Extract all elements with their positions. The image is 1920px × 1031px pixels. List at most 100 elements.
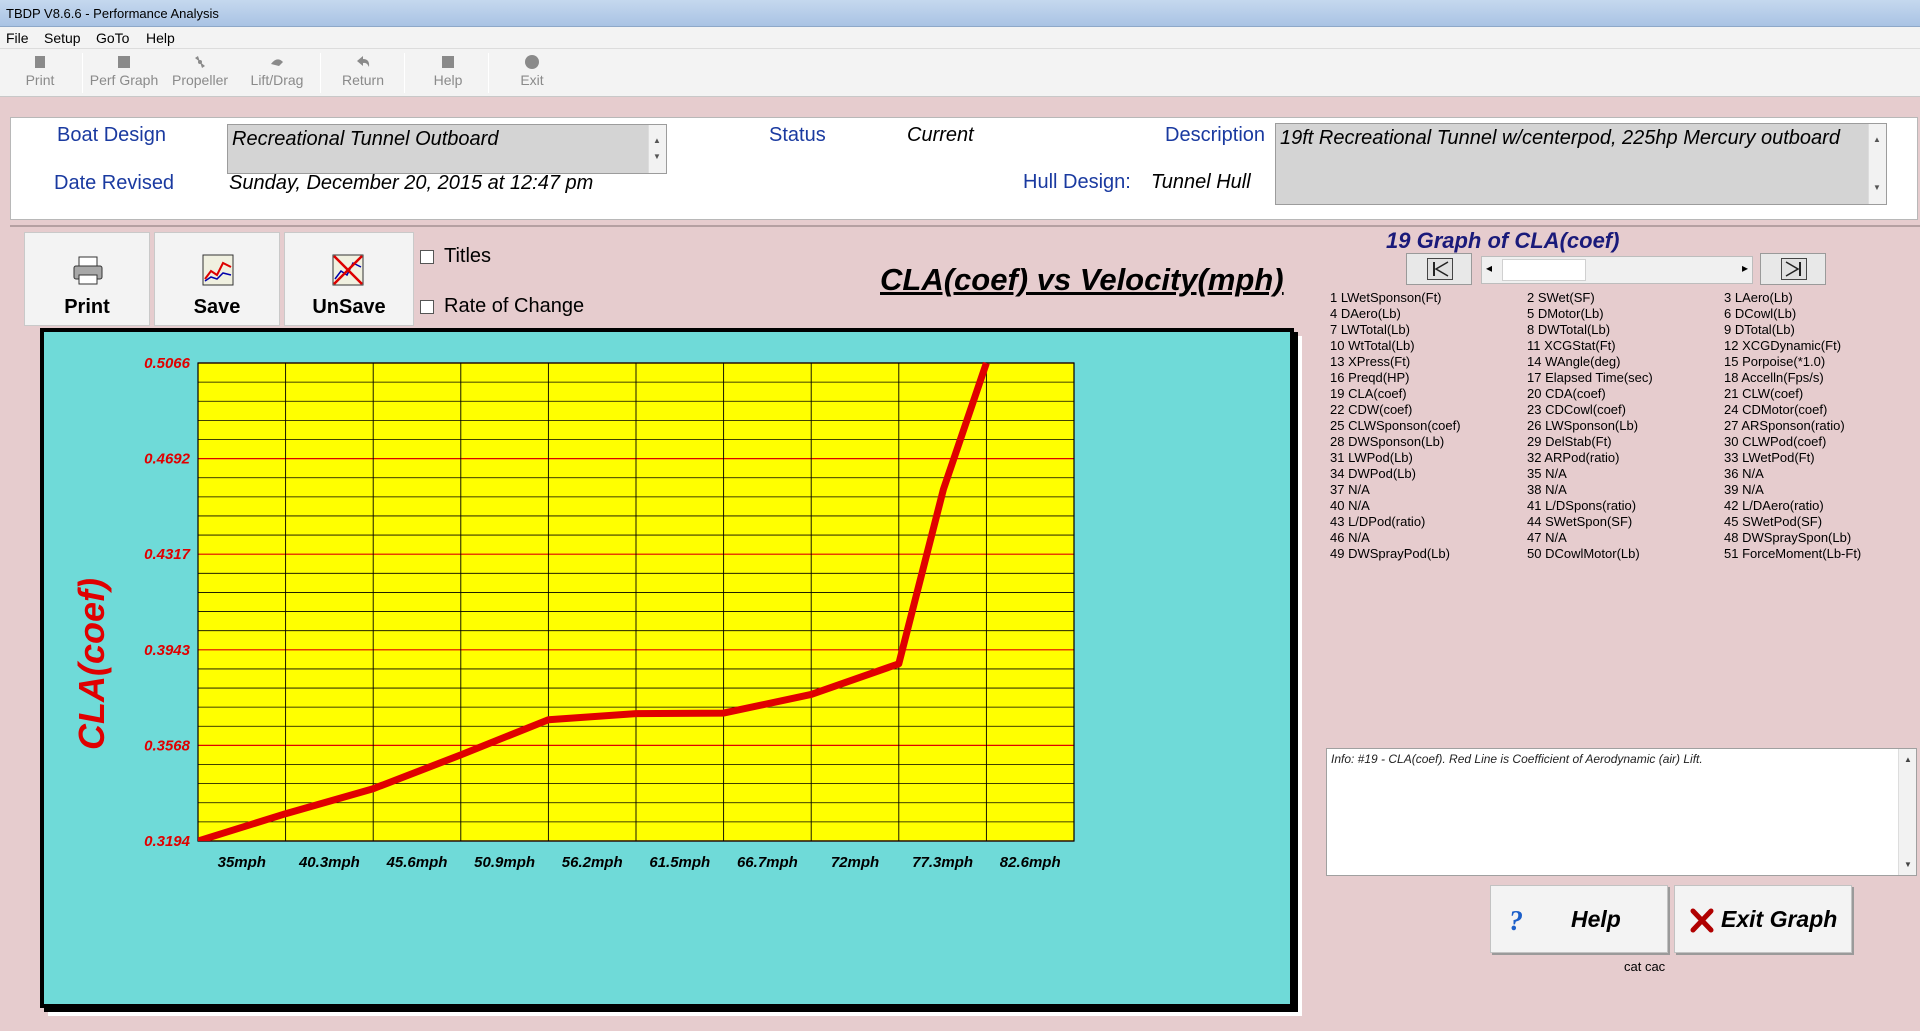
boat-design-field[interactable]: Recreational Tunnel Outboard ▲ ▼ [227,124,667,174]
toolbar-exit-button[interactable]: Exit [506,51,558,95]
parameter-item[interactable]: 47 N/A [1527,530,1567,545]
parameter-item[interactable]: 30 CLWPod(coef) [1724,434,1826,449]
parameter-item[interactable]: 22 CDW(coef) [1330,402,1412,417]
toolbar-return-label: Return [341,72,385,88]
scroll-right-icon[interactable]: ▸ [1742,261,1748,275]
toolbar-perf-graph-button[interactable]: Perf Graph [86,51,162,95]
y-tick-label: 0.4692 [144,451,191,468]
info-box-scrollbar[interactable]: ▲ ▼ [1898,749,1916,875]
parameter-item[interactable]: 18 Accelln(Fps/s) [1724,370,1824,385]
toolbar-lift-drag-button[interactable]: Lift/Drag [242,51,312,95]
y-tick-label: 0.3568 [144,737,191,754]
parameter-item[interactable]: 45 SWetPod(SF) [1724,514,1822,529]
parameter-item[interactable]: 41 L/DSpons(ratio) [1527,498,1636,513]
parameter-item[interactable]: 9 DTotal(Lb) [1724,322,1795,337]
menu-setup[interactable]: Setup [44,30,81,46]
menu-file[interactable]: File [6,30,29,46]
parameter-item[interactable]: 51 ForceMoment(Lb-Ft) [1724,546,1861,561]
parameter-item[interactable]: 2 SWet(SF) [1527,290,1595,305]
description-field[interactable]: 19ft Recreational Tunnel w/centerpod, 22… [1275,123,1887,205]
parameter-item[interactable]: 27 ARSponson(ratio) [1724,418,1845,433]
parameter-item[interactable]: 50 DCowlMotor(Lb) [1527,546,1640,561]
parameter-item[interactable]: 15 Porpoise(*1.0) [1724,354,1825,369]
parameter-item[interactable]: 36 N/A [1724,466,1764,481]
graph-unsave-button[interactable]: UnSave [284,232,414,326]
parameter-item[interactable]: 7 LWTotal(Lb) [1330,322,1410,337]
toolbar-propeller-button[interactable]: Propeller [166,51,234,95]
toolbar-propeller-label: Propeller [171,72,229,88]
parameter-item[interactable]: 8 DWTotal(Lb) [1527,322,1610,337]
parameter-item[interactable]: 28 DWSponson(Lb) [1330,434,1444,449]
toolbar-perf-graph-label: Perf Graph [89,72,159,88]
parameter-item[interactable]: 17 Elapsed Time(sec) [1527,370,1653,385]
boat-design-scrollbar[interactable]: ▲ ▼ [648,125,666,173]
rate-of-change-checkbox[interactable]: Rate of Change [420,295,584,318]
exit-graph-label: Exit Graph [1721,906,1838,932]
parameter-item[interactable]: 32 ARPod(ratio) [1527,450,1620,465]
date-revised-label: Date Revised [54,172,175,194]
parameter-item[interactable]: 44 SWetSpon(SF) [1527,514,1632,529]
graph-scrollbar-thumb[interactable] [1502,259,1586,281]
toolbar-help-button[interactable]: Help [420,51,476,95]
parameter-item[interactable]: 16 Preqd(HP) [1330,370,1409,385]
parameter-item[interactable]: 29 DelStab(Ft) [1527,434,1612,449]
exit-graph-button[interactable]: Exit Graph [1674,885,1852,953]
parameter-item[interactable]: 37 N/A [1330,482,1370,497]
parameter-item[interactable]: 49 DWSprayPod(Lb) [1330,546,1450,561]
x-tick-label: 66.7mph [737,854,798,871]
description-scrollbar[interactable]: ▲ ▼ [1868,124,1886,204]
parameter-item[interactable]: 35 N/A [1527,466,1567,481]
parameter-item[interactable]: 12 XCGDynamic(Ft) [1724,338,1841,353]
parameter-item[interactable]: 33 LWetPod(Ft) [1724,450,1815,465]
parameter-item[interactable]: 20 CDA(coef) [1527,386,1606,401]
parameter-item[interactable]: 11 XCGStat(Ft) [1527,338,1616,353]
parameter-item[interactable]: 1 LWetSponson(Ft) [1330,290,1442,305]
first-graph-button[interactable] [1406,253,1472,285]
perf-graph-icon [118,56,130,68]
graph-print-button[interactable]: Print [24,232,150,326]
menu-goto[interactable]: GoTo [96,30,129,46]
parameter-item[interactable]: 5 DMotor(Lb) [1527,306,1604,321]
rate-of-change-checkbox-box[interactable] [420,299,434,314]
help-icon [442,56,454,68]
graph-save-button[interactable]: Save [154,232,280,326]
parameter-item[interactable]: 26 LWSponson(Lb) [1527,418,1638,433]
parameter-item[interactable]: 24 CDMotor(coef) [1724,402,1827,417]
last-graph-button[interactable] [1760,253,1826,285]
parameter-item[interactable]: 42 L/DAero(ratio) [1724,498,1824,513]
x-tick-label: 35mph [218,854,266,871]
parameter-item[interactable]: 10 WtTotal(Lb) [1330,338,1415,353]
info-text: Info: #19 - CLA(coef). Red Line is Coeff… [1331,752,1703,766]
titles-checkbox[interactable]: Titles [420,245,491,268]
help-button[interactable]: ? Help [1490,885,1668,953]
parameter-item[interactable]: 25 CLWSponson(coef) [1330,418,1461,433]
parameter-item[interactable]: 40 N/A [1330,498,1370,513]
toolbar-print-button[interactable]: Print [14,51,66,95]
parameter-item[interactable]: 23 CDCowl(coef) [1527,402,1626,417]
parameter-item[interactable]: 43 L/DPod(ratio) [1330,514,1425,529]
titles-checkbox-box[interactable] [420,249,434,264]
parameter-item[interactable]: 13 XPress(Ft) [1330,354,1410,369]
menu-help[interactable]: Help [146,30,175,46]
graph-scrollbar[interactable]: ◂ ▸ [1481,256,1753,284]
parameter-item[interactable]: 46 N/A [1330,530,1370,545]
print-icon [35,56,45,68]
parameter-item[interactable]: 14 WAngle(deg) [1527,354,1620,369]
exit-icon [525,55,539,69]
parameter-item[interactable]: 4 DAero(Lb) [1330,306,1401,321]
parameter-item[interactable]: 39 N/A [1724,482,1764,497]
app-window: TBDP V8.6.6 - Performance Analysis File … [0,0,1920,1031]
parameter-item[interactable]: 21 CLW(coef) [1724,386,1803,401]
parameter-item[interactable]: 38 N/A [1527,482,1567,497]
graph-print-label: Print [64,296,110,318]
menu-bar: File Setup GoTo Help [0,27,1920,49]
parameter-item[interactable]: 48 DWSpraySpon(Lb) [1724,530,1851,545]
parameter-item[interactable]: 19 CLA(coef) [1330,386,1407,401]
scroll-left-icon[interactable]: ◂ [1486,261,1492,275]
parameter-item[interactable]: 34 DWPod(Lb) [1330,466,1416,481]
parameter-item[interactable]: 3 LAero(Lb) [1724,290,1793,305]
parameter-item[interactable]: 6 DCowl(Lb) [1724,306,1796,321]
toolbar-return-button[interactable]: Return [332,51,394,95]
y-tick-label: 0.4317 [144,546,191,563]
parameter-item[interactable]: 31 LWPod(Lb) [1330,450,1413,465]
